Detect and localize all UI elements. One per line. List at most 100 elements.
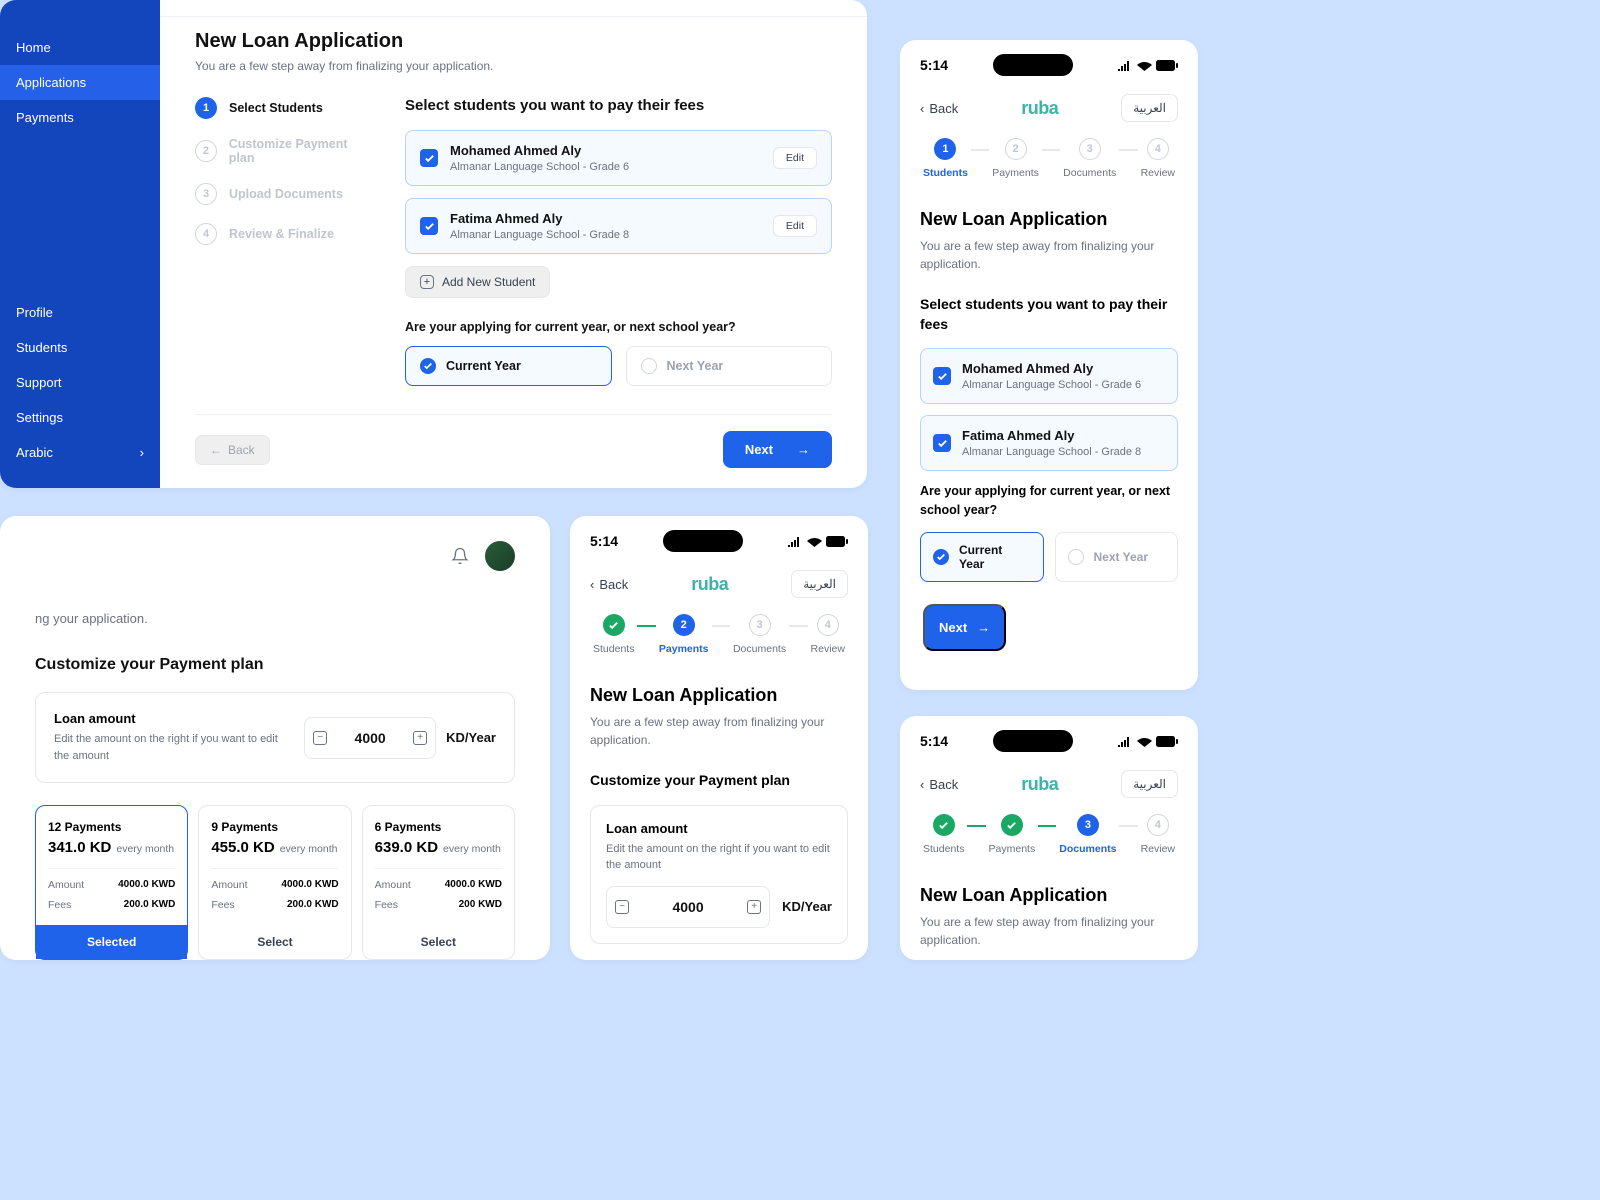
status-bar: 5:14 bbox=[900, 40, 1198, 86]
step-payments[interactable]: 2Payments bbox=[656, 614, 712, 655]
step-1[interactable]: 1Select Students bbox=[195, 97, 375, 119]
nav-applications[interactable]: Applications bbox=[0, 65, 160, 100]
payment-title: Customize your Payment plan bbox=[590, 771, 848, 791]
step-students[interactable]: Students bbox=[920, 814, 967, 855]
step-2[interactable]: 2Customize Payment plan bbox=[195, 137, 375, 165]
arrow-right-icon: → bbox=[977, 620, 990, 635]
loan-amount-box: Loan amount Edit the amount on the right… bbox=[35, 692, 515, 783]
back-button[interactable]: ‹Back bbox=[920, 777, 958, 792]
page-title: New Loan Application bbox=[920, 885, 1178, 906]
chevron-left-icon: ‹ bbox=[590, 577, 594, 592]
page-title: New Loan Application bbox=[590, 685, 848, 706]
arrow-left-icon: ← bbox=[210, 443, 222, 457]
plus-icon: + bbox=[420, 275, 434, 289]
back-button[interactable]: ←Back bbox=[195, 435, 270, 465]
loan-amount-box: Loan amount Edit the amount on the right… bbox=[590, 805, 848, 944]
step-4[interactable]: 4Review & Finalize bbox=[195, 223, 375, 245]
edit-button[interactable]: Edit bbox=[773, 147, 817, 169]
page-title: New Loan Application bbox=[920, 209, 1178, 230]
student-row[interactable]: Mohamed Ahmed AlyAlmanar Language School… bbox=[920, 348, 1178, 404]
add-student-button[interactable]: +Add New Student bbox=[405, 266, 550, 298]
current-year-option[interactable]: Current Year bbox=[405, 346, 612, 386]
plan-card-12[interactable]: 12 Payments 341.0 KDevery month Amount40… bbox=[35, 805, 188, 960]
status-bar: 5:14 bbox=[900, 716, 1198, 762]
step-review[interactable]: 4Review bbox=[1138, 814, 1178, 855]
horizontal-stepper: 1Students 2Payments 3Documents 4Review bbox=[900, 136, 1198, 197]
payment-title: Customize your Payment plan bbox=[35, 656, 515, 674]
step-review[interactable]: 4Review bbox=[1138, 138, 1178, 179]
minus-button[interactable]: − bbox=[305, 718, 335, 758]
year-question: Are your applying for current year, or n… bbox=[405, 320, 832, 334]
plus-button[interactable]: + bbox=[405, 718, 435, 758]
vertical-stepper: 1Select Students 2Customize Payment plan… bbox=[195, 97, 375, 414]
logo: ruba bbox=[691, 574, 728, 595]
edit-button[interactable]: Edit bbox=[773, 215, 817, 237]
select-button[interactable]: Select bbox=[199, 925, 350, 959]
select-button[interactable]: Select bbox=[363, 925, 514, 959]
notch bbox=[663, 530, 743, 552]
language-button[interactable]: العربية bbox=[1121, 770, 1178, 798]
next-year-option[interactable]: Next Year bbox=[1055, 532, 1179, 582]
nav-payments[interactable]: Payments bbox=[0, 100, 160, 135]
status-bar: 5:14 bbox=[570, 516, 868, 562]
language-button[interactable]: العربية bbox=[791, 570, 848, 598]
nav-students[interactable]: Students bbox=[0, 330, 160, 365]
page-subtitle: You are a few step away from finalizing … bbox=[920, 237, 1178, 273]
next-button[interactable]: Next→ bbox=[923, 604, 1006, 651]
step-review[interactable]: 4Review bbox=[808, 614, 848, 655]
student-row[interactable]: Mohamed Ahmed AlyAlmanar Language School… bbox=[405, 130, 832, 186]
year-question: Are your applying for current year, or n… bbox=[920, 482, 1178, 520]
nav-home[interactable]: Home bbox=[0, 30, 160, 65]
nav-support[interactable]: Support bbox=[0, 365, 160, 400]
next-button[interactable]: Next→ bbox=[723, 431, 832, 468]
logo: ruba bbox=[1021, 774, 1058, 795]
selected-label: Selected bbox=[36, 925, 187, 959]
unit-label: KD/Year bbox=[446, 730, 496, 745]
step-students[interactable]: 1Students bbox=[920, 138, 971, 179]
bell-icon[interactable] bbox=[451, 547, 469, 565]
step-payments[interactable]: Payments bbox=[986, 814, 1039, 855]
amount-value[interactable]: 4000 bbox=[335, 720, 405, 756]
unit-label: KD/Year bbox=[782, 899, 832, 914]
chevron-right-icon: › bbox=[140, 445, 144, 460]
plan-card-9[interactable]: 9 Payments 455.0 KDevery month Amount400… bbox=[198, 805, 351, 960]
nav-language[interactable]: Arabic› bbox=[0, 435, 160, 470]
back-button[interactable]: ‹Back bbox=[920, 101, 958, 116]
step-3[interactable]: 3Upload Documents bbox=[195, 183, 375, 205]
status-icons bbox=[787, 536, 848, 547]
sidebar: Home Applications Payments Profile Stude… bbox=[0, 0, 160, 488]
page-subtitle: You are a few step away from finalizing … bbox=[590, 713, 848, 749]
page-title: New Loan Application bbox=[195, 30, 832, 53]
horizontal-stepper: Students 2Payments 3Documents 4Review bbox=[570, 612, 868, 673]
arrow-right-icon: → bbox=[797, 442, 810, 457]
page-subtitle: You are a few step away from finalizing … bbox=[195, 59, 832, 73]
nav-settings[interactable]: Settings bbox=[0, 400, 160, 435]
language-button[interactable]: العربية bbox=[1121, 94, 1178, 122]
plan-card-6[interactable]: 6 Payments 639.0 KDevery month Amount400… bbox=[362, 805, 515, 960]
next-year-option[interactable]: Next Year bbox=[626, 346, 833, 386]
minus-button[interactable]: − bbox=[607, 887, 637, 927]
checkbox-icon[interactable] bbox=[933, 434, 951, 452]
student-row[interactable]: Fatima Ahmed AlyAlmanar Language School … bbox=[405, 198, 832, 254]
loan-label: Loan amount bbox=[54, 711, 286, 726]
amount-value[interactable]: 4000 bbox=[637, 889, 739, 925]
checkbox-icon[interactable] bbox=[933, 367, 951, 385]
amount-stepper: − 4000 + bbox=[606, 886, 770, 928]
step-documents[interactable]: 3Documents bbox=[1060, 138, 1119, 179]
logo: ruba bbox=[1021, 98, 1058, 119]
step-students[interactable]: Students bbox=[590, 614, 637, 655]
back-button[interactable]: ‹Back bbox=[590, 577, 628, 592]
page-subtitle: You are a few step away from finalizing … bbox=[920, 913, 1178, 949]
step-documents[interactable]: 3Documents bbox=[730, 614, 789, 655]
checkbox-icon[interactable] bbox=[420, 217, 438, 235]
nav-profile[interactable]: Profile bbox=[0, 295, 160, 330]
page-subtitle: ng your application. bbox=[35, 611, 515, 626]
section-title: Select students you want to pay their fe… bbox=[920, 295, 1178, 334]
current-year-option[interactable]: Current Year bbox=[920, 532, 1044, 582]
student-row[interactable]: Fatima Ahmed AlyAlmanar Language School … bbox=[920, 415, 1178, 471]
step-documents[interactable]: 3Documents bbox=[1056, 814, 1119, 855]
avatar[interactable] bbox=[485, 541, 515, 571]
step-payments[interactable]: 2Payments bbox=[989, 138, 1042, 179]
plus-button[interactable]: + bbox=[739, 887, 769, 927]
checkbox-icon[interactable] bbox=[420, 149, 438, 167]
